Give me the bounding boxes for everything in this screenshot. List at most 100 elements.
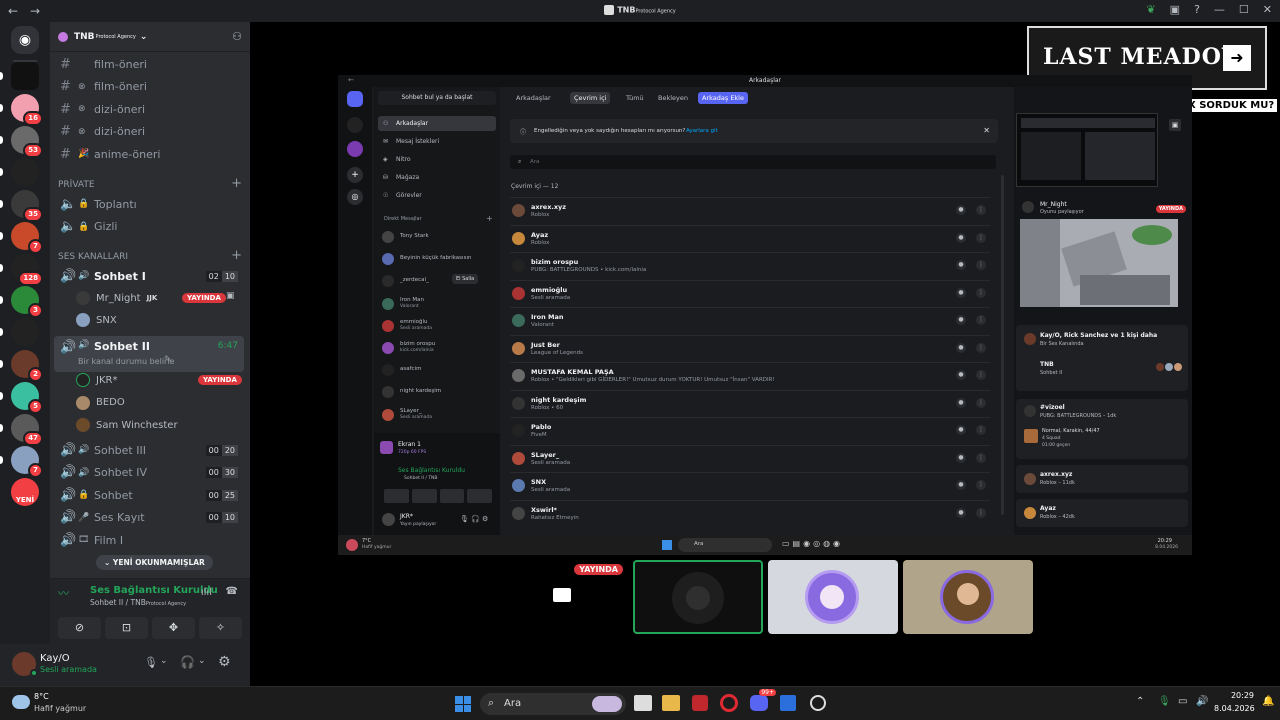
server-icon[interactable]: 47 [11, 414, 43, 446]
server-icon[interactable]: 16 [11, 94, 43, 126]
app-icon[interactable] [810, 695, 826, 711]
volume-icon[interactable]: 🔊 [1196, 696, 1208, 707]
server-icon[interactable]: 128 [11, 254, 43, 286]
friend-avatar [512, 369, 525, 382]
settings-gear-icon[interactable]: ⚙ [218, 654, 231, 670]
chevron-down-icon[interactable]: ⌄ [198, 656, 206, 666]
disconnect-icon[interactable]: ☎ [226, 586, 238, 597]
username[interactable]: Kay/O [40, 653, 70, 664]
add-member-icon[interactable]: ⚇ [232, 30, 242, 43]
voice-user-name: Sam Winchester [96, 419, 178, 431]
add-server-icon: + [347, 167, 363, 183]
network-icon[interactable]: ▭ [1178, 696, 1187, 707]
server-icon[interactable]: 7 [11, 222, 43, 254]
voice-channel-sohbet-1[interactable]: 🔊 🔊 Sohbet I 02 10 [54, 266, 244, 286]
microphone-icon[interactable]: 🎙 [144, 656, 158, 669]
minimize-icon[interactable]: — [1214, 3, 1225, 16]
server-icon[interactable]: 7 [11, 446, 43, 478]
inner-dm-sidebar: Sohbet bul ya da başlat ⚇ Arkadaşlar ✉ Mesa… [374, 87, 500, 539]
channel-emoji: 🎤 [78, 512, 90, 523]
private-voice-channel[interactable]: 🔈 🔒 Gizli [54, 217, 244, 237]
voice-channel[interactable]: 🔊 🔊 Sohbet III 00 20 [54, 440, 244, 460]
soundboard-button[interactable]: ✧ [199, 617, 242, 639]
dm-name: emmioğlu [400, 318, 428, 325]
add-channel-icon[interactable]: + [231, 176, 242, 191]
participant-tile[interactable] [633, 560, 763, 634]
more-icon: ⋮ [976, 425, 986, 435]
server-icon[interactable] [11, 318, 39, 346]
app-icon[interactable] [780, 695, 796, 711]
voice-user[interactable]: JKR* YAYINDA [76, 370, 246, 390]
inbox-icon[interactable]: ▣ [1170, 3, 1180, 16]
camera-off-button[interactable]: ⊘ [58, 617, 101, 639]
participant-tile-stream[interactable]: YAYINDA [497, 560, 627, 634]
participant-tile[interactable] [903, 560, 1033, 634]
voice-user[interactable]: Mr_Night JJK YAYINDA ▣ [76, 288, 246, 308]
voice-channel[interactable]: 🔊 🔒 Sohbet 00 25 [54, 485, 244, 505]
chevron-up-icon[interactable]: ⌃ [1136, 696, 1144, 707]
windows-start-icon[interactable] [455, 696, 471, 712]
new-badge: YENİ [15, 496, 35, 504]
headphones-icon[interactable]: 🎧 [180, 655, 195, 669]
nav-icon: ✉ [383, 138, 389, 145]
server-icon[interactable] [11, 158, 39, 186]
category-private[interactable]: PRİVATE [58, 180, 95, 190]
voice-channel-sohbet-2[interactable]: 🔊 🔊 Sohbet II 6:47 Bir kanal durumu belirle ✎ [54, 336, 244, 372]
server-icon[interactable]: 5 [11, 382, 43, 414]
text-channel[interactable]: # film-öneri [54, 54, 244, 74]
nitro-icon[interactable]: ❦ [1146, 3, 1155, 16]
chevron-down-icon[interactable]: ⌄ [160, 656, 168, 666]
activities-button[interactable]: ✥ [152, 617, 195, 639]
voice-channel[interactable]: 🔊 🔊 Sohbet IV 00 30 [54, 463, 244, 483]
edit-icon[interactable]: ✎ [164, 355, 172, 365]
weather-temp[interactable]: 8°C [34, 692, 49, 701]
server-icon[interactable]: 53 [11, 126, 43, 158]
weather-text[interactable]: Hafif yağmur [34, 704, 86, 713]
help-icon[interactable]: ? [1194, 3, 1200, 16]
server-icon[interactable]: 35 [11, 190, 43, 222]
maximize-icon[interactable]: ☐ [1239, 3, 1249, 16]
voice-user[interactable]: SNX [76, 310, 246, 330]
voice-user[interactable]: Sam Winchester [76, 415, 246, 435]
add-channel-icon[interactable]: + [231, 248, 242, 263]
unread-pill[interactable]: ⌄ YENİ OKUNMAMIŞLAR [96, 555, 213, 570]
soundboard-icon[interactable]: ılıl [201, 587, 212, 598]
server-icon[interactable]: 3 [11, 286, 43, 318]
text-channel[interactable]: # ⊗ dizi-öneri [54, 122, 244, 142]
voice-channel[interactable]: 🔊 🎤 Ses Kayıt 00 10 [54, 508, 244, 528]
task-view-icon[interactable] [634, 695, 652, 711]
private-voice-channel[interactable]: 🔈 🔒 Toplantı [54, 194, 244, 214]
taskbar-search[interactable]: ⌕ Ara [480, 693, 626, 715]
activity-sub: Roblox – 42dk [1040, 514, 1075, 520]
server-icon[interactable]: YENİ [11, 478, 39, 506]
text-channel[interactable]: # ⊗ dizi-öneri [54, 99, 244, 119]
clock-time[interactable]: 20:29 [1226, 691, 1254, 700]
clock-date[interactable]: 8.04.2026 [1214, 704, 1255, 713]
participant-tile[interactable] [768, 560, 898, 634]
file-explorer-icon[interactable] [662, 695, 680, 711]
text-channel[interactable]: # 🎉 anime-öneri [54, 144, 244, 164]
channel-name: dizi-öneri [94, 125, 146, 138]
more-icon: ⋮ [976, 315, 986, 325]
voice-channel[interactable]: 🔊 🎞 Film I [54, 530, 244, 550]
server-icon[interactable]: 2 [11, 350, 43, 382]
guild-header[interactable]: TNB Protocol Agency ⌄ ⚇ [50, 22, 250, 52]
opera-icon[interactable] [720, 694, 738, 712]
voice-status-sub[interactable]: Sohbet II / TNB [90, 598, 146, 607]
discord-icon[interactable]: 99+ [750, 689, 776, 711]
app-icon[interactable] [692, 695, 708, 711]
notification-bell-icon[interactable]: 🔔 [1262, 696, 1274, 707]
close-icon[interactable]: ✕ [1263, 3, 1272, 16]
weather-icon[interactable] [12, 695, 30, 709]
category-voice[interactable]: SES KANALLARI [58, 252, 128, 262]
text-channel[interactable]: # ⊗ film-öneri [54, 77, 244, 97]
more-icon: ⋮ [976, 397, 986, 408]
voice-user[interactable]: BEDO [76, 393, 246, 413]
voice-status-title[interactable]: Ses Bağlantısı Kuruldu [90, 585, 218, 596]
discord-home-icon[interactable]: ◉ [11, 26, 39, 54]
server-icon[interactable] [11, 62, 39, 90]
microphone-icon[interactable]: 🎙 [1158, 696, 1171, 707]
screen-share-button[interactable]: ⊡ [105, 617, 148, 639]
channel-status[interactable]: Bir kanal durumu belirle [78, 357, 174, 366]
voice-card-sub: Bir Ses Kanalında [1040, 341, 1084, 347]
